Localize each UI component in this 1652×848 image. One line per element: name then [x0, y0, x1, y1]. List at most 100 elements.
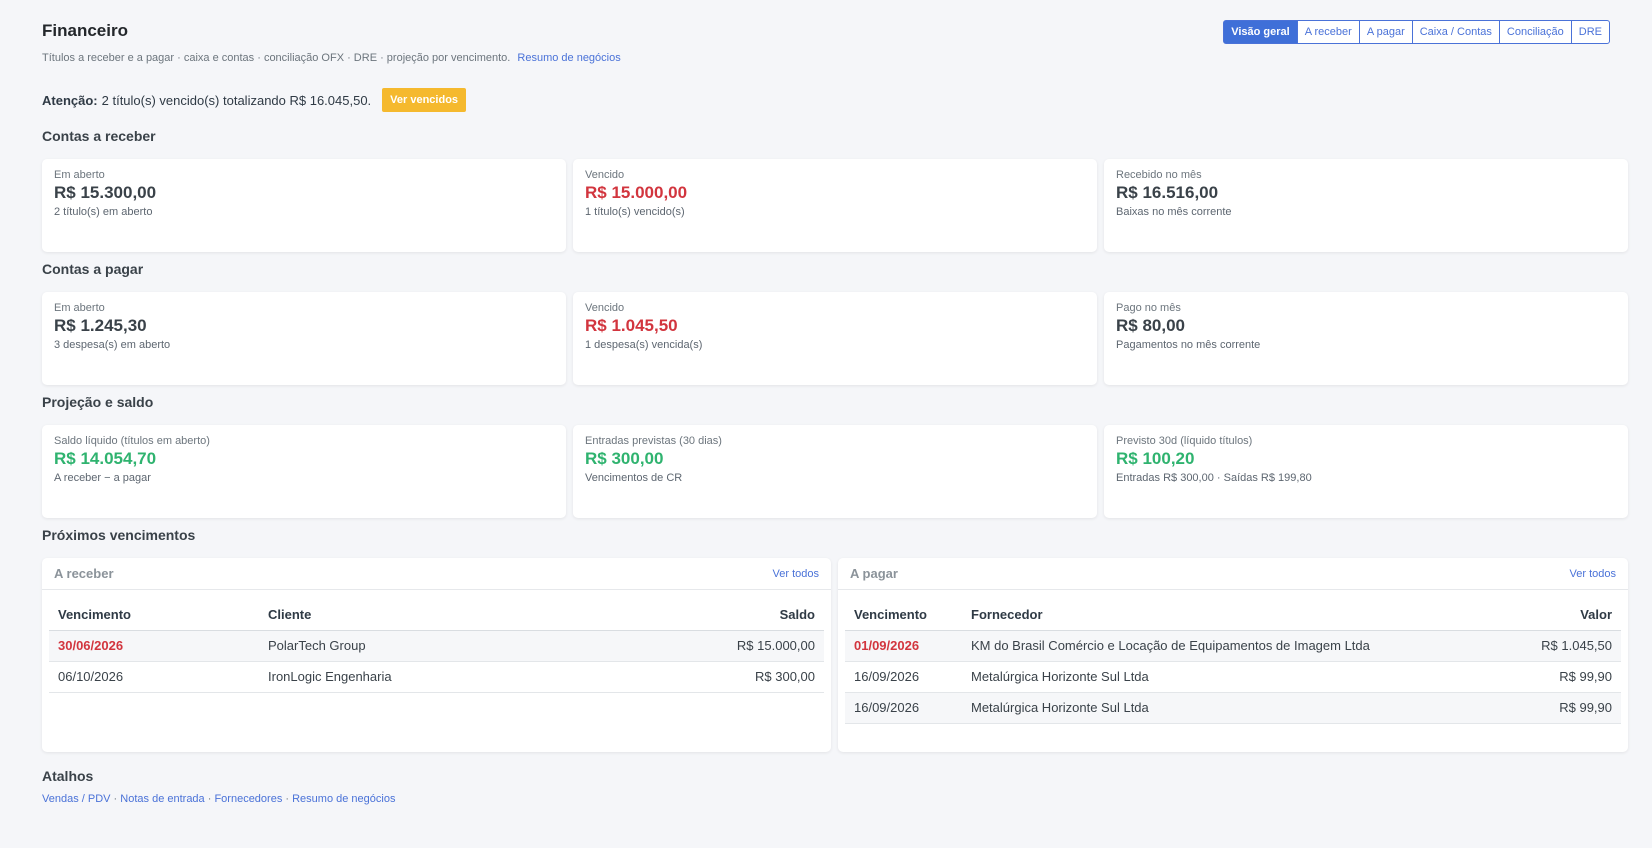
- due-date-cell: 06/10/2026: [49, 661, 259, 693]
- view-all-payables-link[interactable]: Ver todos: [1570, 568, 1616, 580]
- column-header-balance: Saldo: [595, 600, 824, 631]
- due-date-cell: 01/09/2026: [845, 630, 962, 662]
- view-overdue-button[interactable]: Ver vencidos: [382, 88, 467, 112]
- card-subtext: Vencimentos de CR: [585, 472, 683, 484]
- table-header-row: Vencimento Cliente Saldo: [49, 600, 824, 631]
- amount-cell: R$ 1.045,50: [1505, 630, 1621, 662]
- payables-overdue-card: Vencido R$ 1.045,50 1 despesa(s) vencida…: [573, 292, 1097, 385]
- tab-dre[interactable]: DRE: [1570, 20, 1610, 44]
- separator: ·: [110, 793, 121, 805]
- separator: ·: [282, 793, 293, 805]
- shortcut-sales-pos[interactable]: Vendas / PDV: [42, 793, 111, 805]
- shortcut-suppliers[interactable]: Fornecedores: [214, 793, 282, 805]
- card-label: Previsto 30d (líquido títulos): [1116, 435, 1253, 447]
- column-header-due-date: Vencimento: [49, 600, 259, 631]
- card-subtext: A receber − a pagar: [54, 472, 151, 484]
- upcoming-section-title: Próximos vencimentos: [42, 527, 196, 543]
- card-subtext: Pagamentos no mês corrente: [1116, 339, 1261, 351]
- table-row[interactable]: 06/10/2026 IronLogic Engenharia R$ 300,0…: [49, 661, 824, 693]
- table-row[interactable]: 30/06/2026 PolarTech Group R$ 15.000,00: [49, 630, 824, 662]
- expected-inflows-card: Entradas previstas (30 dias) R$ 300,00 V…: [573, 425, 1097, 518]
- card-value: R$ 1.045,50: [585, 316, 678, 335]
- finance-page: Financeiro Títulos a receber e a pagar ·…: [0, 0, 1652, 78]
- card-label: Pago no mês: [1116, 302, 1181, 314]
- page-title: Financeiro: [42, 21, 128, 40]
- forecast-30d-card: Previsto 30d (líquido títulos) R$ 100,20…: [1104, 425, 1628, 518]
- card-label: Saldo líquido (títulos em aberto): [54, 435, 210, 447]
- supplier-cell: Metalúrgica Horizonte Sul Ltda: [962, 692, 1506, 724]
- panel-header: A receber Ver todos: [42, 558, 831, 590]
- card-label: Vencido: [585, 169, 625, 181]
- card-label: Vencido: [585, 302, 625, 314]
- client-cell: IronLogic Engenharia: [259, 661, 596, 693]
- card-value: R$ 100,20: [1116, 449, 1195, 468]
- card-value: R$ 15.000,00: [585, 183, 688, 202]
- net-balance-card: Saldo líquido (títulos em aberto) R$ 14.…: [42, 425, 566, 518]
- upcoming-payables-panel: A pagar Ver todos Vencimento Fornecedor …: [838, 558, 1628, 752]
- card-value: R$ 1.245,30: [54, 316, 147, 335]
- card-value: R$ 15.300,00: [54, 183, 157, 202]
- column-header-supplier: Fornecedor: [962, 600, 1506, 631]
- card-value: R$ 14.054,70: [54, 449, 157, 468]
- business-summary-link[interactable]: Resumo de negócios: [517, 52, 620, 64]
- payables-table: Vencimento Fornecedor Valor 01/09/2026 K…: [845, 600, 1621, 724]
- finance-tabs: Visão geral A receber A pagar Caixa / Co…: [1223, 20, 1610, 44]
- tab-payables[interactable]: A pagar: [1358, 20, 1413, 44]
- amount-cell: R$ 99,90: [1505, 692, 1621, 724]
- tab-reconciliation[interactable]: Conciliação: [1498, 20, 1572, 44]
- shortcuts-title: Atalhos: [42, 768, 94, 784]
- table-row[interactable]: 16/09/2026 Metalúrgica Horizonte Sul Ltd…: [845, 661, 1621, 693]
- panel-header: A pagar Ver todos: [838, 558, 1628, 590]
- table-row[interactable]: 16/09/2026 Metalúrgica Horizonte Sul Ltd…: [845, 692, 1621, 724]
- page-subtitle: Títulos a receber e a pagar · caixa e co…: [42, 52, 621, 64]
- due-date-cell: 30/06/2026: [49, 630, 259, 662]
- supplier-cell: KM do Brasil Comércio e Locação de Equip…: [962, 630, 1506, 662]
- table-header-row: Vencimento Fornecedor Valor: [845, 600, 1621, 631]
- tab-cash-accounts[interactable]: Caixa / Contas: [1411, 20, 1500, 44]
- column-header-due-date: Vencimento: [845, 600, 962, 631]
- card-subtext: 3 despesa(s) em aberto: [54, 339, 171, 351]
- card-label: Recebido no mês: [1116, 169, 1202, 181]
- payables-paid-card: Pago no mês R$ 80,00 Pagamentos no mês c…: [1104, 292, 1628, 385]
- card-label: Entradas previstas (30 dias): [585, 435, 722, 447]
- receivables-cards: Em aberto R$ 15.300,00 2 título(s) em ab…: [42, 159, 1628, 252]
- projection-cards: Saldo líquido (títulos em aberto) R$ 14.…: [42, 425, 1628, 518]
- receivables-table: Vencimento Cliente Saldo 30/06/2026 Pola…: [49, 600, 824, 693]
- payables-section-title: Contas a pagar: [42, 261, 144, 277]
- card-label: Em aberto: [54, 302, 105, 314]
- upcoming-tables: A receber Ver todos Vencimento Cliente S…: [42, 558, 1628, 752]
- view-all-receivables-link[interactable]: Ver todos: [773, 568, 819, 580]
- card-subtext: Entradas R$ 300,00 · Saídas R$ 199,80: [1116, 472, 1312, 484]
- upcoming-receivables-panel: A receber Ver todos Vencimento Cliente S…: [42, 558, 831, 752]
- card-value: R$ 300,00: [585, 449, 664, 468]
- payables-cards: Em aberto R$ 1.245,30 3 despesa(s) em ab…: [42, 292, 1628, 385]
- card-label: Em aberto: [54, 169, 105, 181]
- page-header: Financeiro Títulos a receber e a pagar ·…: [42, 0, 1610, 78]
- column-header-client: Cliente: [259, 600, 596, 631]
- overdue-alert: Atenção: 2 título(s) vencido(s) totaliza…: [42, 88, 467, 112]
- alert-message: 2 título(s) vencido(s) totalizando R$ 16…: [101, 92, 372, 108]
- shortcut-business-summary[interactable]: Resumo de negócios: [292, 793, 395, 805]
- separator: ·: [204, 793, 215, 805]
- due-date-cell: 16/09/2026: [845, 692, 962, 724]
- subtitle-text: Títulos a receber e a pagar · caixa e co…: [42, 52, 511, 64]
- panel-title: A pagar: [850, 566, 898, 581]
- projection-section-title: Projeção e saldo: [42, 394, 154, 410]
- shortcuts-links: Vendas / PDV · Notas de entrada · Fornec…: [42, 793, 395, 805]
- card-subtext: 1 despesa(s) vencida(s): [585, 339, 703, 351]
- client-cell: PolarTech Group: [259, 630, 596, 662]
- tab-overview[interactable]: Visão geral: [1223, 20, 1298, 44]
- receivables-open-card: Em aberto R$ 15.300,00 2 título(s) em ab…: [42, 159, 566, 252]
- due-date-cell: 16/09/2026: [845, 661, 962, 693]
- balance-cell: R$ 15.000,00: [595, 630, 824, 662]
- table-row[interactable]: 01/09/2026 KM do Brasil Comércio e Locaç…: [845, 630, 1621, 662]
- balance-cell: R$ 300,00: [595, 661, 824, 693]
- shortcut-entry-invoices[interactable]: Notas de entrada: [120, 793, 204, 805]
- card-subtext: 1 título(s) vencido(s): [585, 206, 685, 218]
- alert-label: Atenção:: [42, 92, 98, 108]
- receivables-section-title: Contas a receber: [42, 128, 156, 144]
- card-subtext: Baixas no mês corrente: [1116, 206, 1232, 218]
- panel-title: A receber: [54, 566, 114, 581]
- tab-receivables[interactable]: A receber: [1296, 20, 1360, 44]
- card-subtext: 2 título(s) em aberto: [54, 206, 153, 218]
